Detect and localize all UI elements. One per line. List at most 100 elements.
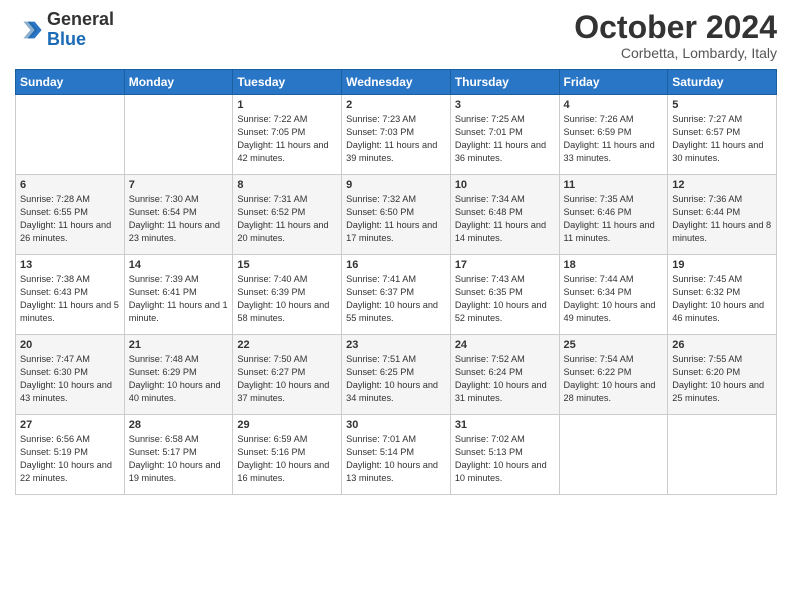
day-number: 8: [237, 179, 337, 191]
day-info: Sunrise: 7:34 AM Sunset: 6:48 PM Dayligh…: [455, 193, 555, 245]
calendar-cell: 27 Sunrise: 6:56 AM Sunset: 5:19 PM Dayli…: [16, 415, 125, 495]
calendar-cell: 8 Sunrise: 7:31 AM Sunset: 6:52 PM Daylig…: [233, 175, 342, 255]
day-number: 14: [129, 259, 229, 271]
calendar-cell: 3 Sunrise: 7:25 AM Sunset: 7:01 PM Daylig…: [450, 95, 559, 175]
calendar-cell: [668, 415, 777, 495]
header-day-monday: Monday: [124, 70, 233, 95]
day-info: Sunrise: 6:59 AM Sunset: 5:16 PM Dayligh…: [237, 433, 337, 485]
day-number: 15: [237, 259, 337, 271]
logo: General Blue: [15, 10, 114, 50]
day-info: Sunrise: 7:01 AM Sunset: 5:14 PM Dayligh…: [346, 433, 446, 485]
day-number: 19: [672, 259, 772, 271]
day-number: 30: [346, 419, 446, 431]
day-info: Sunrise: 7:48 AM Sunset: 6:29 PM Dayligh…: [129, 353, 229, 405]
day-info: Sunrise: 7:50 AM Sunset: 6:27 PM Dayligh…: [237, 353, 337, 405]
day-number: 31: [455, 419, 555, 431]
day-info: Sunrise: 7:55 AM Sunset: 6:20 PM Dayligh…: [672, 353, 772, 405]
day-info: Sunrise: 7:32 AM Sunset: 6:50 PM Dayligh…: [346, 193, 446, 245]
day-info: Sunrise: 7:47 AM Sunset: 6:30 PM Dayligh…: [20, 353, 120, 405]
week-row-3: 13 Sunrise: 7:38 AM Sunset: 6:43 PM Dayli…: [16, 255, 777, 335]
day-number: 25: [564, 339, 664, 351]
day-info: Sunrise: 7:26 AM Sunset: 6:59 PM Dayligh…: [564, 113, 664, 165]
day-number: 20: [20, 339, 120, 351]
day-number: 16: [346, 259, 446, 271]
day-info: Sunrise: 7:28 AM Sunset: 6:55 PM Dayligh…: [20, 193, 120, 245]
calendar-cell: 10Sunrise: 7:34 AM Sunset: 6:48 PM Dayli…: [450, 175, 559, 255]
header-day-friday: Friday: [559, 70, 668, 95]
header-day-thursday: Thursday: [450, 70, 559, 95]
day-info: Sunrise: 7:45 AM Sunset: 6:32 PM Dayligh…: [672, 273, 772, 325]
day-info: Sunrise: 7:36 AM Sunset: 6:44 PM Dayligh…: [672, 193, 772, 245]
calendar-cell: 16Sunrise: 7:41 AM Sunset: 6:37 PM Dayli…: [342, 255, 451, 335]
day-info: Sunrise: 7:22 AM Sunset: 7:05 PM Dayligh…: [237, 113, 337, 165]
day-info: Sunrise: 6:56 AM Sunset: 5:19 PM Dayligh…: [20, 433, 120, 485]
header: General Blue October 2024 Corbetta, Lomb…: [15, 10, 777, 61]
calendar-table: SundayMondayTuesdayWednesdayThursdayFrid…: [15, 69, 777, 495]
calendar-cell: 30 Sunrise: 7:01 AM Sunset: 5:14 PM Dayli…: [342, 415, 451, 495]
header-row: SundayMondayTuesdayWednesdayThursdayFrid…: [16, 70, 777, 95]
calendar-body: 1 Sunrise: 7:22 AM Sunset: 7:05 PM Daylig…: [16, 95, 777, 495]
day-number: 9: [346, 179, 446, 191]
day-number: 5: [672, 99, 772, 111]
calendar-cell: 1 Sunrise: 7:22 AM Sunset: 7:05 PM Daylig…: [233, 95, 342, 175]
calendar-cell: 20 Sunrise: 7:47 AM Sunset: 6:30 PM Dayli…: [16, 335, 125, 415]
day-info: Sunrise: 7:39 AM Sunset: 6:41 PM Dayligh…: [129, 273, 229, 325]
calendar-cell: 31 Sunrise: 7:02 AM Sunset: 5:13 PM Dayli…: [450, 415, 559, 495]
calendar-cell: 7 Sunrise: 7:30 AM Sunset: 6:54 PM Daylig…: [124, 175, 233, 255]
header-day-saturday: Saturday: [668, 70, 777, 95]
calendar-cell: [16, 95, 125, 175]
calendar-cell: [559, 415, 668, 495]
day-info: Sunrise: 7:02 AM Sunset: 5:13 PM Dayligh…: [455, 433, 555, 485]
title-area: October 2024 Corbetta, Lombardy, Italy: [574, 10, 777, 61]
calendar-cell: 21 Sunrise: 7:48 AM Sunset: 6:29 PM Dayli…: [124, 335, 233, 415]
calendar-cell: 25 Sunrise: 7:54 AM Sunset: 6:22 PM Dayli…: [559, 335, 668, 415]
day-number: 24: [455, 339, 555, 351]
day-number: 7: [129, 179, 229, 191]
day-number: 21: [129, 339, 229, 351]
day-info: Sunrise: 7:43 AM Sunset: 6:35 PM Dayligh…: [455, 273, 555, 325]
day-info: Sunrise: 7:25 AM Sunset: 7:01 PM Dayligh…: [455, 113, 555, 165]
calendar-cell: 5 Sunrise: 7:27 AM Sunset: 6:57 PM Daylig…: [668, 95, 777, 175]
calendar-cell: 4Sunrise: 7:26 AM Sunset: 6:59 PM Daylig…: [559, 95, 668, 175]
location-subtitle: Corbetta, Lombardy, Italy: [574, 45, 777, 61]
calendar-cell: 26Sunrise: 7:55 AM Sunset: 6:20 PM Dayli…: [668, 335, 777, 415]
calendar-cell: 19 Sunrise: 7:45 AM Sunset: 6:32 PM Dayli…: [668, 255, 777, 335]
day-info: Sunrise: 7:38 AM Sunset: 6:43 PM Dayligh…: [20, 273, 120, 325]
day-info: Sunrise: 7:23 AM Sunset: 7:03 PM Dayligh…: [346, 113, 446, 165]
day-number: 3: [455, 99, 555, 111]
calendar-cell: 11 Sunrise: 7:35 AM Sunset: 6:46 PM Dayli…: [559, 175, 668, 255]
calendar-cell: 15Sunrise: 7:40 AM Sunset: 6:39 PM Dayli…: [233, 255, 342, 335]
day-info: Sunrise: 7:51 AM Sunset: 6:25 PM Dayligh…: [346, 353, 446, 405]
logo-text: General Blue: [47, 10, 114, 50]
calendar-cell: 14 Sunrise: 7:39 AM Sunset: 6:41 PM Dayli…: [124, 255, 233, 335]
day-number: 22: [237, 339, 337, 351]
calendar-cell: 24 Sunrise: 7:52 AM Sunset: 6:24 PM Dayli…: [450, 335, 559, 415]
day-info: Sunrise: 7:31 AM Sunset: 6:52 PM Dayligh…: [237, 193, 337, 245]
day-number: 6: [20, 179, 120, 191]
calendar-cell: 22 Sunrise: 7:50 AM Sunset: 6:27 PM Dayli…: [233, 335, 342, 415]
calendar-header: SundayMondayTuesdayWednesdayThursdayFrid…: [16, 70, 777, 95]
day-number: 13: [20, 259, 120, 271]
week-row-5: 27 Sunrise: 6:56 AM Sunset: 5:19 PM Dayli…: [16, 415, 777, 495]
day-number: 1: [237, 99, 337, 111]
day-info: Sunrise: 7:52 AM Sunset: 6:24 PM Dayligh…: [455, 353, 555, 405]
day-number: 12: [672, 179, 772, 191]
week-row-1: 1 Sunrise: 7:22 AM Sunset: 7:05 PM Daylig…: [16, 95, 777, 175]
header-day-sunday: Sunday: [16, 70, 125, 95]
day-info: Sunrise: 6:58 AM Sunset: 5:17 PM Dayligh…: [129, 433, 229, 485]
calendar-cell: 23 Sunrise: 7:51 AM Sunset: 6:25 PM Dayli…: [342, 335, 451, 415]
calendar-cell: [124, 95, 233, 175]
day-info: Sunrise: 7:30 AM Sunset: 6:54 PM Dayligh…: [129, 193, 229, 245]
calendar-cell: 9 Sunrise: 7:32 AM Sunset: 6:50 PM Daylig…: [342, 175, 451, 255]
week-row-2: 6 Sunrise: 7:28 AM Sunset: 6:55 PM Daylig…: [16, 175, 777, 255]
day-number: 11: [564, 179, 664, 191]
day-info: Sunrise: 7:35 AM Sunset: 6:46 PM Dayligh…: [564, 193, 664, 245]
day-info: Sunrise: 7:54 AM Sunset: 6:22 PM Dayligh…: [564, 353, 664, 405]
day-number: 17: [455, 259, 555, 271]
day-info: Sunrise: 7:27 AM Sunset: 6:57 PM Dayligh…: [672, 113, 772, 165]
day-number: 23: [346, 339, 446, 351]
day-number: 27: [20, 419, 120, 431]
calendar-cell: 29Sunrise: 6:59 AM Sunset: 5:16 PM Dayli…: [233, 415, 342, 495]
header-day-tuesday: Tuesday: [233, 70, 342, 95]
month-title: October 2024: [574, 10, 777, 45]
